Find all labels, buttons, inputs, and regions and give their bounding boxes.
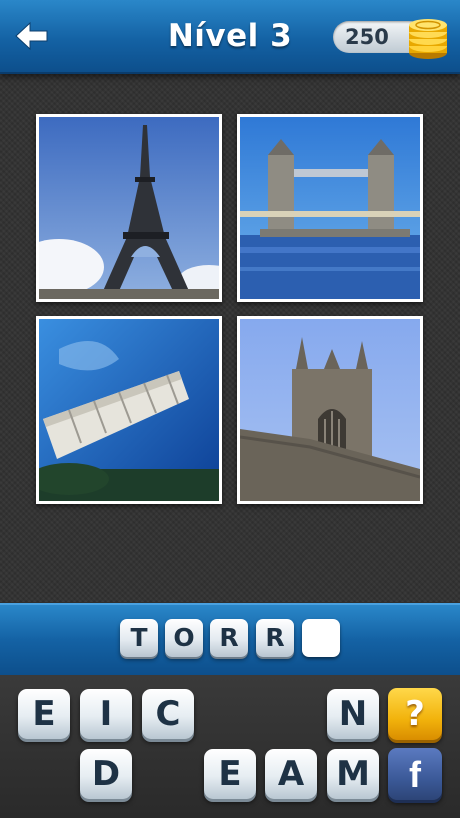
letter-tile[interactable]: A [265, 749, 317, 799]
letter-tile[interactable]: M [327, 749, 379, 799]
letter-tile[interactable]: I [80, 689, 132, 739]
coin-stack-icon [409, 19, 447, 59]
coin-count: 250 [345, 25, 389, 49]
answer-slot-1[interactable]: T [120, 619, 158, 657]
letter-tile[interactable]: C [142, 689, 194, 739]
photo-tower-bridge[interactable] [237, 114, 423, 302]
answer-slot-2[interactable]: O [165, 619, 203, 657]
answer-slot-3[interactable]: R [210, 619, 248, 657]
answer-slot-4[interactable]: R [256, 619, 294, 657]
letter-tile[interactable]: N [327, 689, 379, 739]
hint-button[interactable]: ? [388, 688, 442, 740]
header-bar: Nível 3 250 [0, 0, 460, 74]
letter-tile[interactable]: E [18, 689, 70, 739]
letter-tile[interactable]: D [80, 749, 132, 799]
answer-slot-5[interactable] [302, 619, 340, 657]
facebook-share-button[interactable]: f [388, 748, 442, 800]
letter-tile[interactable]: E [204, 749, 256, 799]
photo-leaning-tower-pisa[interactable] [36, 316, 222, 504]
photo-eiffel-tower[interactable] [36, 114, 222, 302]
photo-gothic-church-tower[interactable] [237, 316, 423, 504]
